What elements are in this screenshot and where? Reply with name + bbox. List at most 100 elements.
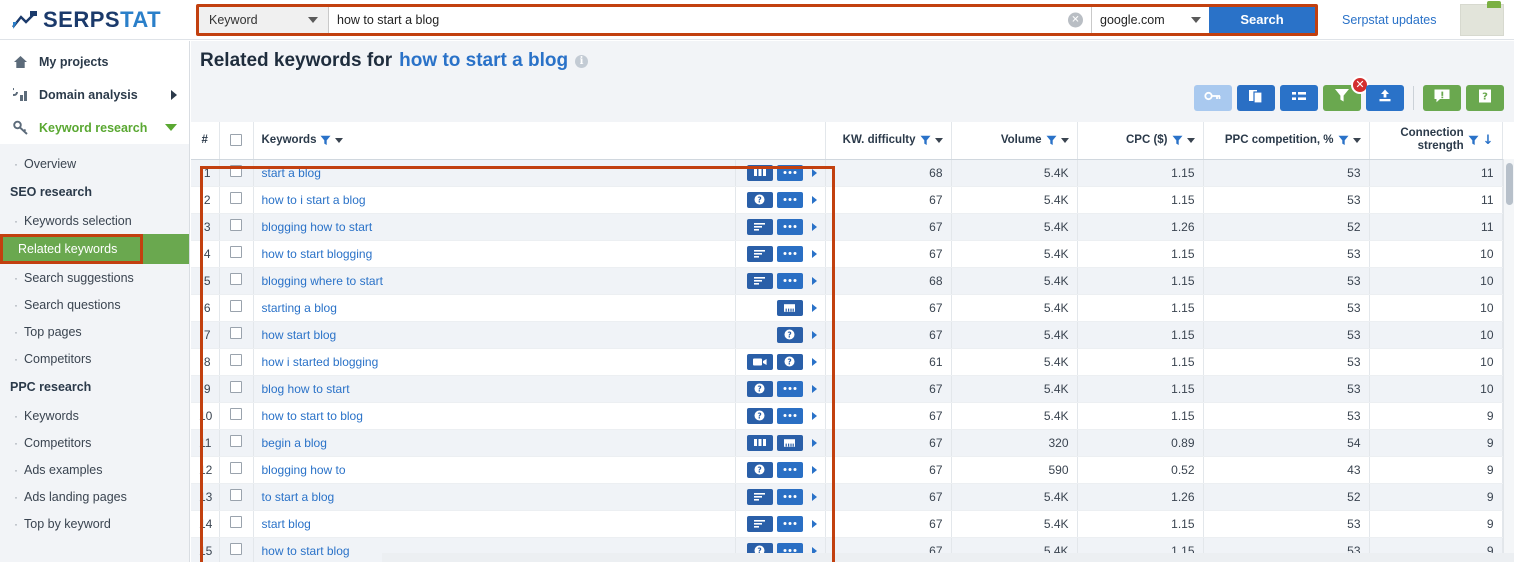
- filter-button[interactable]: ✕: [1323, 76, 1369, 111]
- row-keyword-cell[interactable]: start blog: [253, 510, 736, 538]
- chevron-down-icon[interactable]: [335, 137, 344, 143]
- row-checkbox-cell[interactable]: [219, 537, 254, 562]
- row-checkbox[interactable]: [230, 192, 242, 204]
- keyword-link[interactable]: how to start blogging: [262, 247, 373, 261]
- column-header-connection-strength[interactable]: Connection strength ↓: [1369, 122, 1503, 160]
- sidebar-item-overview[interactable]: · Overview: [0, 150, 189, 177]
- row-checkbox-cell[interactable]: [219, 402, 254, 430]
- bars-icon[interactable]: [746, 434, 773, 451]
- row-keyword-cell[interactable]: to start a blog: [253, 483, 736, 511]
- row-keyword-cell[interactable]: how to start blogging: [253, 240, 736, 268]
- sidebar-item-top-pages[interactable]: · Top pages: [0, 318, 189, 345]
- export-button[interactable]: [1366, 85, 1404, 111]
- question-icon[interactable]: ?: [746, 380, 773, 397]
- horizontal-scrollbar[interactable]: [382, 553, 1514, 562]
- table-row[interactable]: 7 how start blog ? 67 5.4K 1.15 53 10: [191, 321, 1503, 349]
- dots-icon[interactable]: [776, 245, 803, 262]
- keyword-link[interactable]: begin a blog: [262, 436, 327, 450]
- row-checkbox-cell[interactable]: [219, 375, 254, 403]
- expand-row-icon[interactable]: [811, 249, 817, 258]
- expand-row-icon[interactable]: [811, 519, 817, 528]
- expand-row-icon[interactable]: [811, 168, 817, 177]
- expand-row-icon[interactable]: [811, 330, 817, 339]
- row-checkbox[interactable]: [230, 165, 242, 177]
- search-input-wrap[interactable]: how to start a blog ✕: [329, 6, 1091, 33]
- row-checkbox[interactable]: [230, 381, 242, 393]
- dots-icon[interactable]: [776, 407, 803, 424]
- question-icon[interactable]: ?: [746, 191, 773, 208]
- expand-row-icon[interactable]: [811, 465, 817, 474]
- bars-icon[interactable]: [746, 164, 773, 181]
- dots-icon[interactable]: [776, 191, 803, 208]
- row-checkbox[interactable]: [230, 273, 242, 285]
- table-row[interactable]: 1 start a blog 68 5.4K 1.15 53 11: [191, 159, 1503, 187]
- dots-icon[interactable]: [776, 515, 803, 532]
- table-row[interactable]: 6 starting a blog 67 5.4K 1.15 53 10: [191, 294, 1503, 322]
- keyword-link[interactable]: blogging how to start: [262, 220, 373, 234]
- row-checkbox-cell[interactable]: [219, 159, 254, 187]
- keyword-link[interactable]: blog how to start: [262, 382, 350, 396]
- table-row[interactable]: 3 blogging how to start 67 5.4K 1.26 52: [191, 213, 1503, 241]
- row-keyword-cell[interactable]: blogging how to: [253, 456, 736, 484]
- row-checkbox-cell[interactable]: [219, 429, 254, 457]
- sidebar-item-search-suggestions[interactable]: · Search suggestions: [0, 264, 189, 291]
- funnel-icon[interactable]: [1338, 135, 1349, 146]
- expand-row-icon[interactable]: [811, 222, 817, 231]
- row-keyword-cell[interactable]: start a blog: [253, 159, 736, 187]
- report-issue-button[interactable]: [1423, 85, 1461, 111]
- row-keyword-cell[interactable]: how start blog: [253, 321, 736, 349]
- map-icon[interactable]: [776, 434, 803, 451]
- row-checkbox-cell[interactable]: [219, 321, 254, 349]
- table-row[interactable]: 10 how to start to blog ? 67 5.4K 1.15 5…: [191, 402, 1503, 430]
- question-icon[interactable]: ?: [776, 326, 803, 343]
- search-engine-select[interactable]: google.com: [1091, 6, 1209, 33]
- row-keyword-cell[interactable]: starting a blog: [253, 294, 736, 322]
- funnel-icon[interactable]: [1468, 135, 1479, 146]
- sort-descending-icon[interactable]: ↓: [1483, 133, 1494, 148]
- funnel-icon[interactable]: [1046, 135, 1057, 146]
- sidebar-item-ads-examples[interactable]: · Ads examples: [0, 456, 189, 483]
- sidebar-item-my-projects[interactable]: My projects: [0, 45, 189, 78]
- table-row[interactable]: 5 blogging where to start 68 5.4K 1.15 5…: [191, 267, 1503, 295]
- keyword-link[interactable]: blogging where to start: [262, 274, 383, 288]
- row-checkbox-cell[interactable]: [219, 267, 254, 295]
- dots-icon[interactable]: [776, 461, 803, 478]
- row-checkbox-cell[interactable]: [219, 510, 254, 538]
- column-header-index[interactable]: #: [191, 122, 220, 160]
- sidebar-item-keywords-selection[interactable]: · Keywords selection: [0, 207, 189, 234]
- keyword-link[interactable]: to start a blog: [262, 490, 335, 504]
- column-header-ppc-competition[interactable]: PPC competition, %: [1203, 122, 1370, 160]
- expand-row-icon[interactable]: [811, 276, 817, 285]
- expand-row-icon[interactable]: [811, 195, 817, 204]
- row-checkbox-cell[interactable]: [219, 213, 254, 241]
- row-keyword-cell[interactable]: blogging how to start: [253, 213, 736, 241]
- sidebar-item-competitors-ppc[interactable]: · Competitors: [0, 429, 189, 456]
- sidebar-item-related-keywords[interactable]: Related keywords: [0, 234, 189, 264]
- row-keyword-cell[interactable]: how to i start a blog: [253, 186, 736, 214]
- keyword-link[interactable]: start a blog: [262, 166, 321, 180]
- column-header-volume[interactable]: Volume: [951, 122, 1078, 160]
- row-keyword-cell[interactable]: begin a blog: [253, 429, 736, 457]
- columns-button[interactable]: [1280, 85, 1318, 111]
- row-checkbox[interactable]: [230, 300, 242, 312]
- table-row[interactable]: 11 begin a blog 67 320 0.89 54 9: [191, 429, 1503, 457]
- funnel-icon[interactable]: [320, 135, 331, 146]
- snippet-icon[interactable]: [746, 488, 773, 505]
- funnel-icon[interactable]: [920, 135, 931, 146]
- vertical-scrollbar[interactable]: [1503, 159, 1514, 562]
- dots-icon[interactable]: [776, 272, 803, 289]
- row-keyword-cell[interactable]: how to start to blog: [253, 402, 736, 430]
- row-checkbox-cell[interactable]: [219, 186, 254, 214]
- column-header-kw-difficulty[interactable]: KW. difficulty: [825, 122, 952, 160]
- row-keyword-cell[interactable]: how i started blogging: [253, 348, 736, 376]
- search-button[interactable]: Search: [1209, 6, 1315, 33]
- table-row[interactable]: 8 how i started blogging ? 61 5.4K 1.15 …: [191, 348, 1503, 376]
- chevron-down-icon[interactable]: [1352, 137, 1361, 143]
- chevron-down-icon[interactable]: [1060, 137, 1069, 143]
- keyword-link[interactable]: how to start to blog: [262, 409, 363, 423]
- row-checkbox[interactable]: [230, 543, 242, 555]
- column-header-cpc[interactable]: CPC ($): [1077, 122, 1204, 160]
- expand-row-icon[interactable]: [811, 492, 817, 501]
- expand-row-icon[interactable]: [811, 411, 817, 420]
- dots-icon[interactable]: [776, 380, 803, 397]
